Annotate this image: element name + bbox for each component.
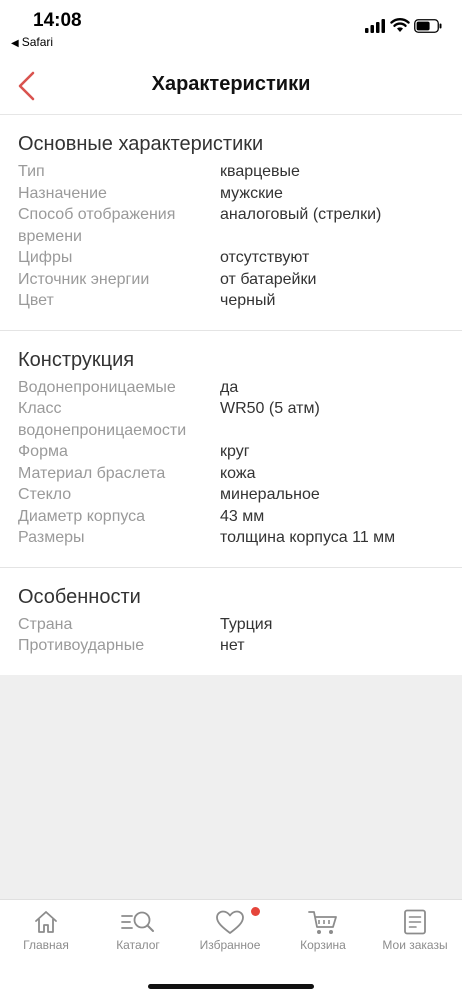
tab-orders[interactable]: Мои заказы [369, 908, 461, 952]
heart-icon [216, 910, 244, 934]
spec-row: Страна Турция [18, 614, 444, 636]
spec-value: Турция [220, 615, 273, 633]
spec-row: Назначение мужские [18, 183, 444, 205]
tab-catalog[interactable]: Каталог [92, 908, 184, 952]
battery-icon [414, 19, 442, 33]
spec-row: Тип кварцевые [18, 161, 444, 183]
spec-label: Тип [18, 163, 45, 180]
spec-label: Диаметр корпуса [18, 507, 146, 525]
spec-row: Способ отображения времени аналоговый (ст… [18, 204, 444, 247]
section-title: Основные характеристики [18, 133, 264, 155]
signal-icon [365, 19, 385, 33]
back-triangle-icon: ◀ [11, 38, 19, 49]
spec-label: Размеры [18, 529, 85, 546]
spec-row: Диаметр корпуса 43 мм [18, 506, 444, 528]
spec-value: от батарейки [220, 270, 317, 288]
tab-label: Главная [23, 938, 69, 952]
spec-label: Страна [18, 615, 73, 633]
spec-label: Противоударные [18, 637, 145, 654]
spec-row: Противоударные нет [18, 635, 444, 657]
spec-label: Материал браслета [18, 464, 166, 482]
tab-label: Мои заказы [382, 938, 448, 952]
spec-label: Назначение [18, 184, 107, 202]
spec-value: отсутствуют [220, 249, 310, 266]
spec-value: минеральное [220, 486, 320, 503]
spec-row: Форма круг [18, 441, 444, 463]
catalog-search-icon [121, 911, 154, 932]
spec-row: Размеры толщина корпуса 11 мм [18, 527, 444, 549]
spec-label: Класс водонепроницаемости [18, 400, 187, 439]
section-features: Особенности Страна Турция Противоударные н… [0, 568, 462, 675]
tab-favorites[interactable]: Избранное [184, 907, 276, 952]
spec-label: Стекло [18, 486, 72, 503]
spec-label: Водонепроницаемые [18, 378, 176, 396]
tab-label: Корзина [300, 938, 346, 952]
spec-value: кварцевые [220, 163, 300, 180]
spec-value: аналоговый (стрелки) [220, 206, 382, 223]
spec-row: Цифры отсутствуют [18, 247, 444, 269]
spec-value: мужские [220, 184, 283, 202]
tab-cart[interactable]: Корзина [277, 908, 369, 952]
section-title: Особенности [18, 585, 141, 608]
spec-value: нет [220, 637, 245, 654]
spec-label: Способ отображения времени [18, 206, 176, 245]
status-time: 14:08 [33, 10, 82, 31]
spec-value: да [220, 378, 239, 396]
spec-label: Цифры [18, 249, 73, 266]
spec-row: Стекло минеральное [18, 484, 444, 506]
tab-label: Избранное [199, 938, 261, 952]
spec-value: толщина корпуса 11 мм [220, 529, 396, 546]
back-app-label: Safari [21, 35, 54, 49]
spec-row: Источник энергии от батарейки [18, 269, 444, 291]
section-construction: Конструкция Водонепроницаемые да Класс во… [0, 331, 462, 568]
home-indicator[interactable] [148, 984, 314, 989]
navigation-bar: Характеристики [0, 60, 462, 115]
spec-row: Цвет черный [18, 290, 444, 312]
spec-label: Цвет [18, 292, 54, 309]
wifi-icon [390, 18, 410, 32]
orders-icon [404, 909, 426, 935]
spec-row: Класс водонепроницаемости WR50 (5 атм) [18, 398, 444, 441]
status-bar: 14:08 ◀ Safari [0, 0, 462, 60]
spec-row: Материал браслета кожа [18, 463, 444, 485]
spec-value: круг [220, 443, 250, 460]
specifications-list: Основные характеристики Тип кварцевые Наз… [0, 115, 462, 675]
cart-icon [308, 911, 337, 934]
spec-value: кожа [220, 464, 256, 482]
spec-value: 43 мм [220, 507, 265, 525]
section-main-specs: Основные характеристики Тип кварцевые Наз… [0, 115, 462, 331]
tab-label: Каталог [116, 938, 160, 952]
section-title: Конструкция [18, 348, 135, 371]
favorites-badge-dot [251, 907, 260, 916]
home-icon [35, 911, 57, 933]
spec-row: Водонепроницаемые да [18, 377, 444, 399]
tab-home[interactable]: Главная [0, 908, 92, 952]
spec-label: Источник энергии [18, 270, 150, 288]
back-to-app-link[interactable]: ◀ Safari [11, 35, 53, 49]
page-title: Характеристики [151, 73, 311, 95]
spec-label: Форма [18, 443, 68, 460]
spec-value: черный [220, 292, 276, 309]
spec-value: WR50 (5 атм) [220, 400, 320, 417]
